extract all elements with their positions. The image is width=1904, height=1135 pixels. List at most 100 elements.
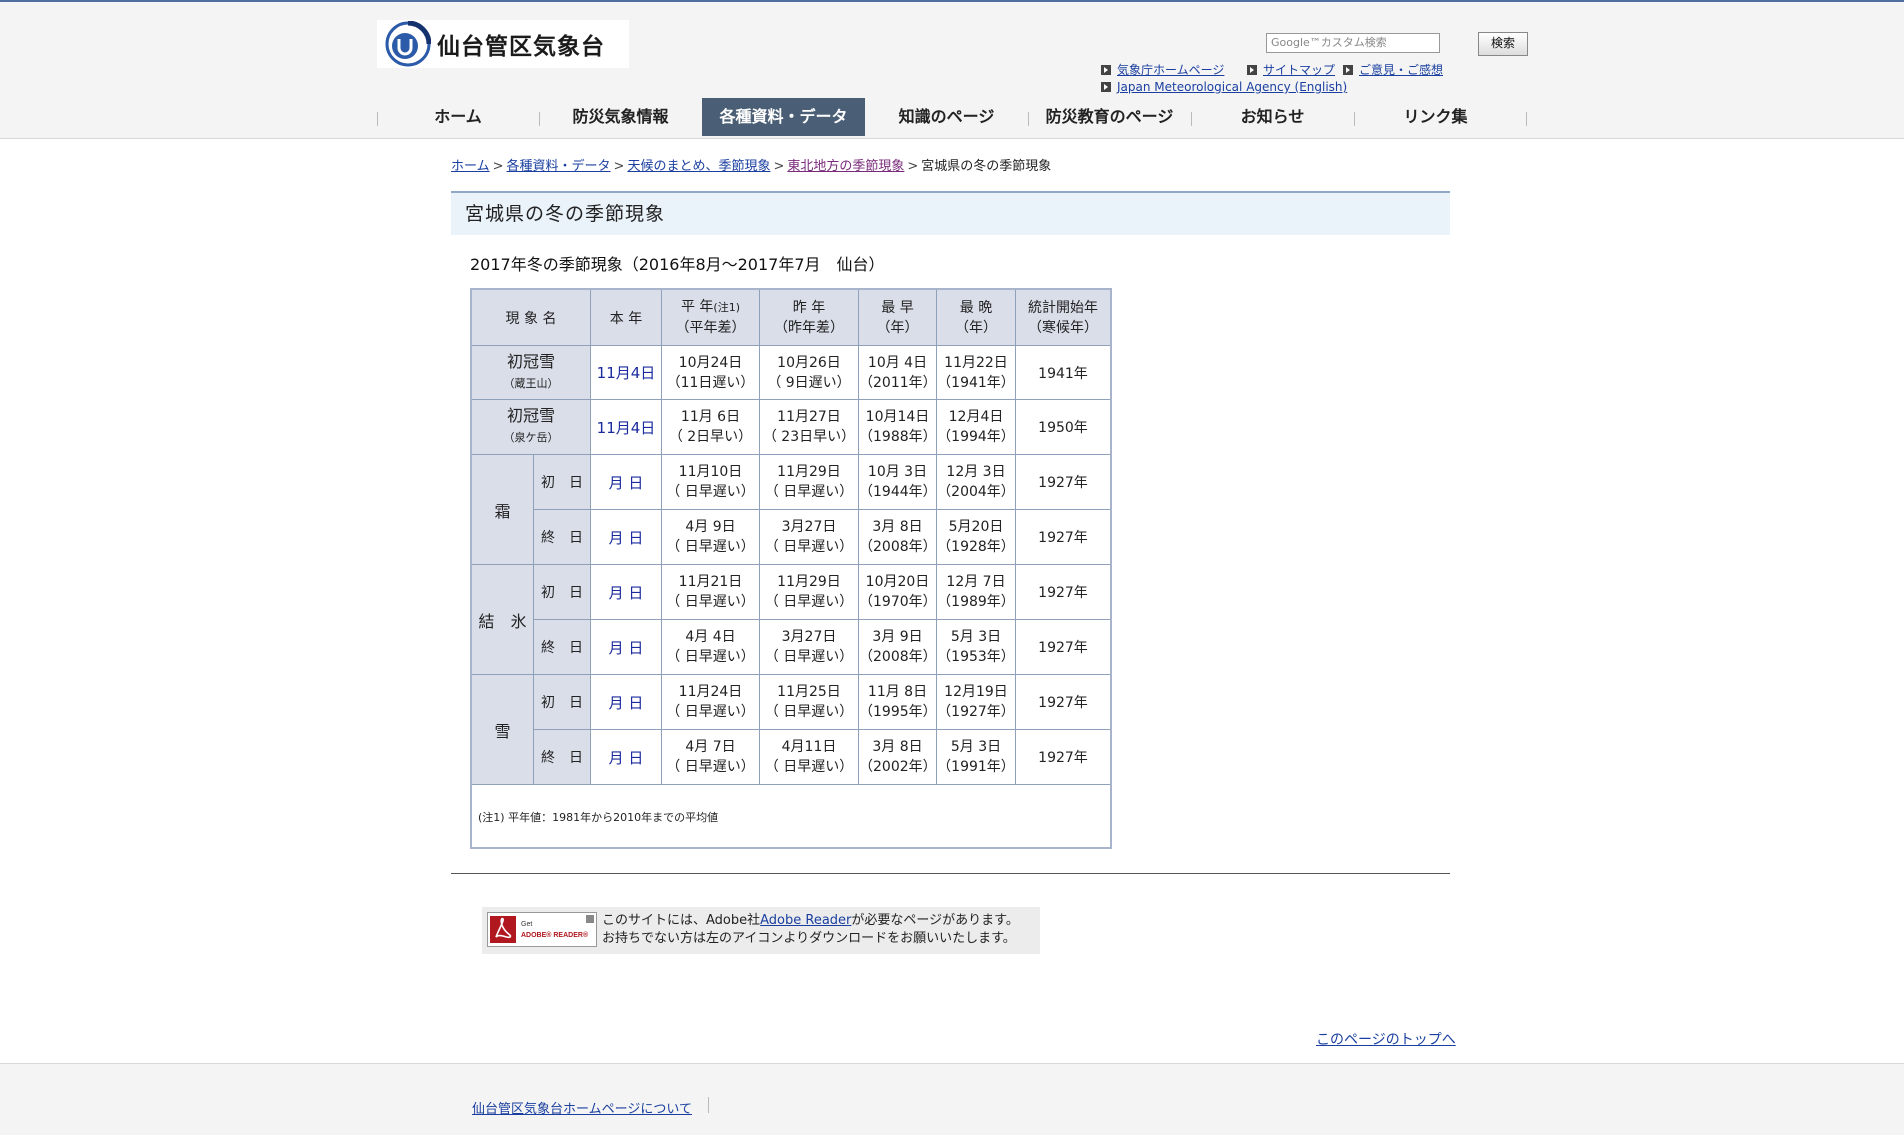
- this-year-value: 月 日: [590, 509, 662, 565]
- adobe-reader-link[interactable]: Adobe Reader: [760, 913, 851, 928]
- latest-value: 12月19日 （1927年）: [936, 674, 1016, 730]
- last-year-value: 4月11日（ 日早遅い）: [759, 729, 859, 785]
- nav-news[interactable]: お知らせ: [1191, 98, 1354, 136]
- adobe-reader-notice: Get ADOBE® READER® このサイトには、Adobe社Adobe R…: [482, 907, 1040, 954]
- table-row: 初冠雪 （泉ケ岳） 11月4日 11月 6日（ 2日早い） 11月27日（ 23日…: [471, 399, 1111, 455]
- header-last-year: 昨 年（昨年差）: [759, 289, 859, 346]
- earliest-value: 10月20日 （1970年）: [858, 564, 937, 620]
- site-title: 仙台管区気象台: [437, 34, 605, 60]
- normal-value: 4月 4日（ 日早遅い）: [661, 619, 760, 675]
- row-name: 初冠雪 （蔵王山）: [471, 345, 591, 400]
- row-label: 終 日: [533, 509, 591, 565]
- this-year-value: 月 日: [590, 674, 662, 730]
- table-row: 終 日 月 日 4月 7日（ 日早遅い） 4月11日（ 日早遅い） 3月 8日（…: [472, 729, 1111, 785]
- breadcrumb-tohoku[interactable]: 東北地方の季節現象: [787, 159, 904, 174]
- start-year-value: 1927年: [1015, 674, 1111, 730]
- last-year-value: 3月27日（ 日早遅い）: [759, 509, 859, 565]
- group-freeze: 結 氷: [471, 564, 534, 675]
- util-link-sitemap[interactable]: サイトマップ: [1247, 61, 1335, 78]
- earliest-value: 11月 8日 （1995年）: [858, 674, 937, 730]
- header-name: 現 象 名: [471, 289, 591, 346]
- start-year-value: 1927年: [1015, 619, 1111, 675]
- util-link-feedback[interactable]: ご意見・ご感想: [1343, 61, 1443, 78]
- nav-divider: [1191, 112, 1192, 126]
- nav-home[interactable]: ホーム: [377, 98, 539, 136]
- table-row: 初冠雪 （蔵王山） 11月4日 10月24日 （11日遅い） 10月26日（ 9日遅…: [471, 345, 1111, 400]
- last-year-value: 3月27日（ 日早遅い）: [759, 619, 859, 675]
- nav-links[interactable]: リンク集: [1354, 98, 1517, 136]
- row-label: 終 日: [533, 619, 591, 675]
- header-earliest: 最 早（年）: [858, 289, 937, 346]
- row-label: 終 日: [533, 729, 591, 785]
- search-button[interactable]: 検索: [1478, 32, 1528, 56]
- nav-divider: [377, 112, 378, 126]
- normal-value: 11月21日（ 日早遅い）: [661, 564, 760, 620]
- latest-value: 5月 3日 （1991年）: [936, 729, 1016, 785]
- last-year-value: 11月25日（ 日早遅い）: [759, 674, 859, 730]
- nav-education[interactable]: 防災教育のページ: [1028, 98, 1191, 136]
- normal-value: 4月 7日（ 日早遅い）: [661, 729, 760, 785]
- latest-value: 11月22日 （1941年）: [936, 345, 1016, 400]
- this-year-value: 11月4日: [590, 345, 662, 400]
- table-row: 終 日 月 日 4月 9日（ 日早遅い） 3月27日（ 日早遅い） 3月 8日（…: [472, 509, 1111, 565]
- latest-value: 12月 7日 （1989年）: [936, 564, 1016, 620]
- this-year-value: 月 日: [590, 564, 662, 620]
- header-start-year: 統計開始年 （寒候年）: [1015, 289, 1111, 346]
- this-year-value: 月 日: [590, 619, 662, 675]
- normal-value: 4月 9日（ 日早遅い）: [661, 509, 760, 565]
- last-year-value: 11月29日（ 日早遅い）: [759, 454, 859, 510]
- earliest-value: 3月 8日 （2002年）: [858, 729, 937, 785]
- normal-value: 10月24日 （11日遅い）: [661, 345, 760, 400]
- nav-divider: [1028, 112, 1029, 126]
- latest-value: 5月 3日 （1953年）: [936, 619, 1016, 675]
- table-note-row: (注1) 平年値：1981年から2010年までの平均値: [471, 784, 1111, 849]
- table-subtitle: 2017年冬の季節現象（2016年8月～2017年7月 仙台）: [470, 255, 885, 274]
- bullet-arrow-icon: [1101, 65, 1111, 75]
- util-link-english[interactable]: Japan Meteorological Agency (English): [1101, 80, 1347, 94]
- adobe-notice-text: このサイトには、Adobe社Adobe Readerが必要なページがあります。 …: [602, 913, 1019, 946]
- header-normal: 平 年(注1) （平年差）: [661, 289, 760, 346]
- earliest-value: 3月 9日 （2008年）: [858, 619, 937, 675]
- nav-divider: [1526, 112, 1527, 126]
- nav-knowledge[interactable]: 知識のページ: [865, 98, 1028, 136]
- breadcrumb-home[interactable]: ホーム: [451, 159, 490, 174]
- search-input[interactable]: Google™カスタム検索: [1266, 33, 1440, 53]
- latest-value: 12月 3日 （2004年）: [936, 454, 1016, 510]
- content-divider: [451, 873, 1450, 874]
- back-to-top-link[interactable]: このページのトップへ: [1316, 1029, 1456, 1049]
- site-logo[interactable]: 仙台管区気象台: [377, 20, 629, 68]
- seasonal-phenomena-table: 現 象 名 本 年 平 年(注1) （平年差） 昨 年（昨年差） 最 早（年） 最…: [471, 289, 1111, 849]
- nav-data[interactable]: 各種資料・データ: [702, 98, 865, 136]
- earliest-value: 3月 8日 （2008年）: [858, 509, 937, 565]
- group-frost: 霜: [471, 454, 534, 565]
- global-nav: ホーム 防災気象情報 各種資料・データ 知識のページ 防災教育のページ お知らせ…: [377, 98, 1527, 136]
- last-year-value: 11月27日（ 23日早い）: [759, 399, 859, 455]
- bullet-arrow-icon: [1101, 82, 1111, 92]
- group-snow: 雪: [471, 674, 534, 785]
- bullet-arrow-icon: [1343, 65, 1353, 75]
- util-link-jma[interactable]: 気象庁ホームページ: [1101, 61, 1224, 78]
- page-title: 宮城県の冬の季節現象: [451, 191, 1450, 235]
- breadcrumb-current: 宮城県の冬の季節現象: [921, 159, 1052, 174]
- start-year-value: 1927年: [1015, 509, 1111, 565]
- row-label: 初 日: [533, 454, 591, 510]
- header-this-year: 本 年: [590, 289, 662, 346]
- row-label: 初 日: [533, 674, 591, 730]
- this-year-value: 月 日: [590, 454, 662, 510]
- latest-value: 5月20日 （1928年）: [936, 509, 1016, 565]
- table-row: 霜 初 日 月 日 11月10日（ 日早遅い） 11月29日（ 日早遅い） 10…: [471, 454, 1111, 565]
- footer: [0, 1063, 1904, 1135]
- normal-value: 11月 6日（ 2日早い）: [661, 399, 760, 455]
- header-latest: 最 晩（年）: [936, 289, 1016, 346]
- breadcrumb-weather-summary[interactable]: 天候のまとめ、季節現象: [627, 159, 770, 174]
- svg-text:ADOBE® READER®: ADOBE® READER®: [521, 931, 589, 939]
- table-row: 終 日 月 日 4月 4日（ 日早遅い） 3月27日（ 日早遅い） 3月 9日（…: [472, 619, 1111, 675]
- breadcrumb-data[interactable]: 各種資料・データ: [507, 159, 611, 174]
- footer-about-link[interactable]: 仙台管区気象台ホームページについて: [472, 1098, 692, 1117]
- normal-value: 11月10日（ 日早遅い）: [661, 454, 760, 510]
- last-year-value: 11月29日（ 日早遅い）: [759, 564, 859, 620]
- adobe-reader-icon[interactable]: Get ADOBE® READER®: [487, 912, 597, 947]
- logo-icon: [385, 20, 432, 67]
- row-label: 初 日: [533, 564, 591, 620]
- nav-disaster-info[interactable]: 防災気象情報: [539, 98, 702, 136]
